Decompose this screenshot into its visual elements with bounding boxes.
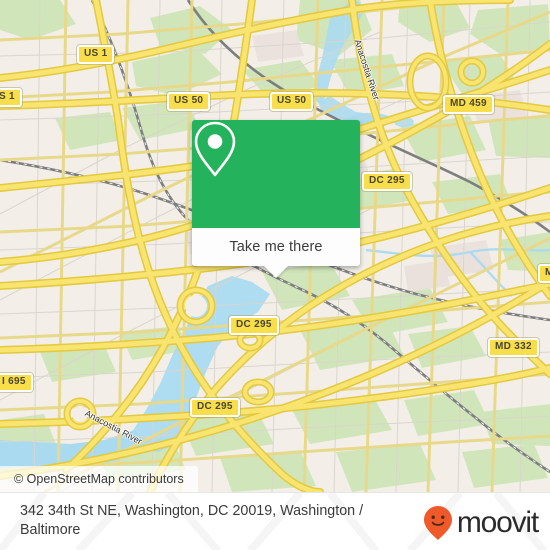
map-pin-icon (194, 121, 236, 177)
road-shield: MD (538, 264, 550, 283)
road-shield: I 695 (0, 373, 33, 392)
popup-tail-pointer (263, 265, 289, 278)
popup-footer[interactable]: Take me there (192, 228, 360, 278)
road-shield: DC 295 (229, 316, 279, 335)
address-text: 342 34th St NE, Washington, DC 20019, Wa… (20, 503, 364, 538)
road-shield: DC 295 (362, 172, 412, 191)
location-popup[interactable]: Take me there (192, 120, 360, 278)
moovit-smiley-pin-icon (423, 506, 452, 540)
take-me-there-label: Take me there (229, 239, 323, 255)
road-shield: US 50 (167, 92, 211, 111)
road-shield: S 1 (0, 88, 22, 107)
moovit-wordmark: moovit (456, 506, 539, 539)
osm-attribution[interactable]: © OpenStreetMap contributors (0, 466, 198, 492)
road-shield: MD 459 (443, 95, 494, 114)
road-shield: US 50 (270, 92, 314, 111)
osm-attribution-text: © OpenStreetMap contributors (14, 472, 184, 486)
popup-header (192, 120, 360, 228)
map-canvas[interactable]: US 1 S 1 US 50 US 50 MD 459 DC 295 MD DC… (0, 0, 550, 492)
bottom-info-bar: 342 34th St NE, Washington, DC 20019, Wa… (0, 492, 550, 550)
road-shield: US 1 (77, 45, 115, 64)
moovit-logo: moovit (422, 505, 539, 541)
road-shield: DC 295 (190, 398, 240, 417)
map-screenshot: US 1 S 1 US 50 US 50 MD 459 DC 295 MD DC… (0, 0, 550, 550)
road-shield: MD 332 (488, 338, 539, 357)
